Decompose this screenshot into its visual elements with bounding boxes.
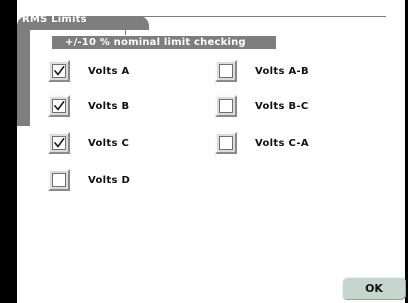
checkbox-volts-a-b[interactable]	[215, 60, 237, 82]
checkbox-box	[219, 99, 233, 113]
label-volts-a-b: Volts A-B	[255, 66, 309, 77]
label-volts-b-c: Volts B-C	[255, 101, 309, 112]
checkmark-icon	[53, 100, 65, 111]
label-volts-d: Volts D	[88, 175, 131, 186]
label-volts-a: Volts A	[88, 66, 130, 77]
checkbox-volts-c[interactable]	[48, 132, 70, 154]
checkbox-box	[219, 64, 233, 78]
label-volts-c-a: Volts C-A	[255, 138, 309, 149]
label-volts-c: Volts C	[88, 138, 130, 149]
checkbox-box	[52, 136, 66, 150]
limit-banner: +/-10 % nominal limit checking	[52, 36, 276, 49]
ok-button[interactable]: OK	[342, 277, 406, 300]
label-volts-b: Volts B	[88, 101, 130, 112]
tab-outline	[125, 16, 386, 35]
checkbox-volts-b[interactable]	[48, 95, 70, 117]
checkbox-volts-a[interactable]	[48, 60, 70, 82]
tab-title: RMS Limits	[22, 14, 87, 25]
checkbox-box	[52, 99, 66, 113]
checkbox-volts-b-c[interactable]	[215, 95, 237, 117]
checkbox-box	[52, 173, 66, 187]
checkbox-box	[219, 136, 233, 150]
checkmark-icon	[53, 65, 65, 76]
checkmark-icon	[53, 137, 65, 148]
checkbox-box	[52, 64, 66, 78]
checkbox-volts-c-a[interactable]	[215, 132, 237, 154]
checkbox-volts-d[interactable]	[48, 169, 70, 191]
